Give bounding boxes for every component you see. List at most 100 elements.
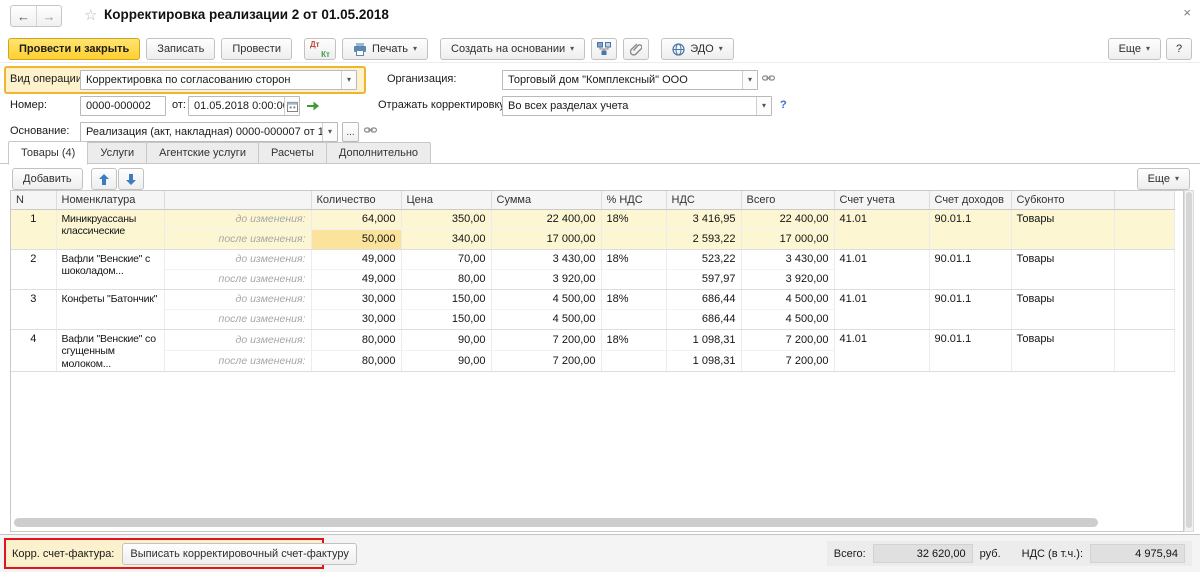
- move-down-button[interactable]: [118, 168, 144, 190]
- set-current-date-icon[interactable]: [306, 98, 320, 111]
- horizontal-scrollbar-thumb[interactable]: [14, 518, 1098, 527]
- cell-price-after[interactable]: 90,00: [401, 350, 491, 371]
- cell-nomenclature[interactable]: Вафли "Венские" со сгущенным молоком...: [56, 329, 164, 372]
- cell-sum-before[interactable]: 22 400,00: [491, 209, 601, 229]
- cell-income-account[interactable]: 90.01.1: [929, 249, 1011, 289]
- cell-quantity-before[interactable]: 30,000: [311, 289, 401, 309]
- cell-price-before[interactable]: 350,00: [401, 209, 491, 229]
- cell-vat-before[interactable]: 3 416,95: [666, 209, 741, 229]
- basis-dropdown-icon[interactable]: ▾: [322, 123, 337, 141]
- operation-type-dropdown-icon[interactable]: ▾: [341, 71, 356, 89]
- table-more-button[interactable]: Еще ▾: [1137, 168, 1190, 190]
- cell-vat-after[interactable]: 2 593,22: [666, 229, 741, 249]
- cell-vat-after[interactable]: 686,44: [666, 309, 741, 329]
- back-icon[interactable]: ←: [11, 6, 36, 26]
- reflect-adjustment-field[interactable]: Во всех разделах учета ▾: [502, 96, 772, 116]
- cell-vat-before[interactable]: 1 098,31: [666, 329, 741, 350]
- cell-nomenclature[interactable]: Конфеты "Батончик": [56, 289, 164, 329]
- cell-vat-after[interactable]: 597,97: [666, 269, 741, 289]
- cell-price-after[interactable]: 150,00: [401, 309, 491, 329]
- cell-price-before[interactable]: 90,00: [401, 329, 491, 350]
- cell-income-account[interactable]: 90.01.1: [929, 329, 1011, 372]
- cell-total-before[interactable]: 4 500,00: [741, 289, 834, 309]
- cell-total-after[interactable]: 17 000,00: [741, 229, 834, 249]
- close-icon[interactable]: ×: [1183, 5, 1191, 20]
- cell-total-before[interactable]: 7 200,00: [741, 329, 834, 350]
- cell-quantity-after[interactable]: 49,000: [311, 269, 401, 289]
- cell-vat-before[interactable]: 686,44: [666, 289, 741, 309]
- tab-settlements[interactable]: Расчеты: [258, 142, 327, 164]
- item-row-2-before[interactable]: 2Вафли "Венские" с шоколадом...до измене…: [11, 249, 1175, 269]
- organization-dropdown-icon[interactable]: ▾: [742, 71, 757, 89]
- vertical-scrollbar[interactable]: [1184, 190, 1194, 532]
- cell-total-after[interactable]: 7 200,00: [741, 350, 834, 371]
- cell-account[interactable]: 41.01: [834, 209, 929, 249]
- cell-price-after[interactable]: 340,00: [401, 229, 491, 249]
- cell-subconto[interactable]: Товары: [1011, 209, 1114, 249]
- tab-goods[interactable]: Товары (4): [8, 141, 88, 165]
- cell-quantity-before[interactable]: 64,000: [311, 209, 401, 229]
- reflect-help-icon[interactable]: ?: [780, 99, 787, 111]
- cell-price-after[interactable]: 80,00: [401, 269, 491, 289]
- operation-type-field[interactable]: Корректировка по согласованию сторон ▾: [80, 70, 357, 90]
- tab-additional[interactable]: Дополнительно: [326, 142, 431, 164]
- basis-choose-dots-icon[interactable]: ...: [342, 122, 359, 142]
- cell-account[interactable]: 41.01: [834, 289, 929, 329]
- header-sum[interactable]: Сумма: [491, 191, 601, 209]
- post-button[interactable]: Провести: [221, 38, 292, 60]
- tab-services[interactable]: Услуги: [87, 142, 147, 164]
- cell-sum-after[interactable]: 17 000,00: [491, 229, 601, 249]
- cell-nomenclature[interactable]: Вафли "Венские" с шоколадом...: [56, 249, 164, 289]
- cell-sum-after[interactable]: 4 500,00: [491, 309, 601, 329]
- related-documents-button[interactable]: [591, 38, 617, 60]
- cell-subconto[interactable]: Товары: [1011, 249, 1114, 289]
- cell-income-account[interactable]: 90.01.1: [929, 289, 1011, 329]
- cell-vat-rate[interactable]: 18%: [601, 209, 666, 229]
- cell-sum-before[interactable]: 3 430,00: [491, 249, 601, 269]
- header-change[interactable]: [164, 191, 311, 209]
- header-subconto[interactable]: Субконто: [1011, 191, 1114, 209]
- header-n[interactable]: N: [11, 191, 56, 209]
- cell-subconto[interactable]: Товары: [1011, 289, 1114, 329]
- cell-total-before[interactable]: 3 430,00: [741, 249, 834, 269]
- add-row-button[interactable]: Добавить: [12, 168, 83, 190]
- cell-sum-after[interactable]: 3 920,00: [491, 269, 601, 289]
- forward-icon[interactable]: →: [36, 6, 61, 26]
- print-button[interactable]: Печать ▾: [342, 38, 428, 60]
- organization-open-link-icon[interactable]: [762, 73, 775, 83]
- help-button[interactable]: ?: [1166, 38, 1192, 60]
- cell-sum-before[interactable]: 4 500,00: [491, 289, 601, 309]
- header-quantity[interactable]: Количество: [311, 191, 401, 209]
- cell-quantity-before[interactable]: 49,000: [311, 249, 401, 269]
- cell-total-after[interactable]: 4 500,00: [741, 309, 834, 329]
- header-total[interactable]: Всего: [741, 191, 834, 209]
- calendar-icon[interactable]: [284, 97, 299, 115]
- cell-quantity-before[interactable]: 80,000: [311, 329, 401, 350]
- vertical-scrollbar-thumb[interactable]: [1186, 192, 1192, 528]
- number-field[interactable]: 0000-000002: [80, 96, 166, 116]
- edo-button[interactable]: ЭДО ▾: [661, 38, 734, 60]
- create-on-basis-button[interactable]: Создать на основании ▾: [440, 38, 585, 60]
- cell-vat-before[interactable]: 523,22: [666, 249, 741, 269]
- cell-quantity-after[interactable]: 30,000: [311, 309, 401, 329]
- header-account[interactable]: Счет учета: [834, 191, 929, 209]
- cell-price-before[interactable]: 150,00: [401, 289, 491, 309]
- items-table[interactable]: N Номенклатура Количество Цена Сумма % Н…: [11, 191, 1175, 372]
- cell-total-before[interactable]: 22 400,00: [741, 209, 834, 229]
- item-row-3-before[interactable]: 3Конфеты "Батончик"до изменения:30,00015…: [11, 289, 1175, 309]
- cell-quantity-after[interactable]: 80,000: [311, 350, 401, 371]
- favorite-star-icon[interactable]: ☆: [84, 6, 97, 24]
- reflect-adjustment-dropdown-icon[interactable]: ▾: [756, 97, 771, 115]
- move-up-button[interactable]: [91, 168, 117, 190]
- horizontal-scrollbar[interactable]: [14, 518, 1180, 528]
- header-income-account[interactable]: Счет доходов: [929, 191, 1011, 209]
- cell-vat-rate[interactable]: 18%: [601, 289, 666, 309]
- header-price[interactable]: Цена: [401, 191, 491, 209]
- basis-field[interactable]: Реализация (акт, накладная) 0000-000007 …: [80, 122, 338, 142]
- issue-corrective-invoice-button[interactable]: Выписать корректировочный счет-фактуру: [122, 543, 357, 565]
- more-button[interactable]: Еще ▾: [1108, 38, 1161, 60]
- basis-open-link-icon[interactable]: [364, 125, 377, 135]
- cell-quantity-after[interactable]: 50,000: [311, 229, 401, 249]
- cell-sum-after[interactable]: 7 200,00: [491, 350, 601, 371]
- organization-field[interactable]: Торговый дом "Комплексный" ООО ▾: [502, 70, 758, 90]
